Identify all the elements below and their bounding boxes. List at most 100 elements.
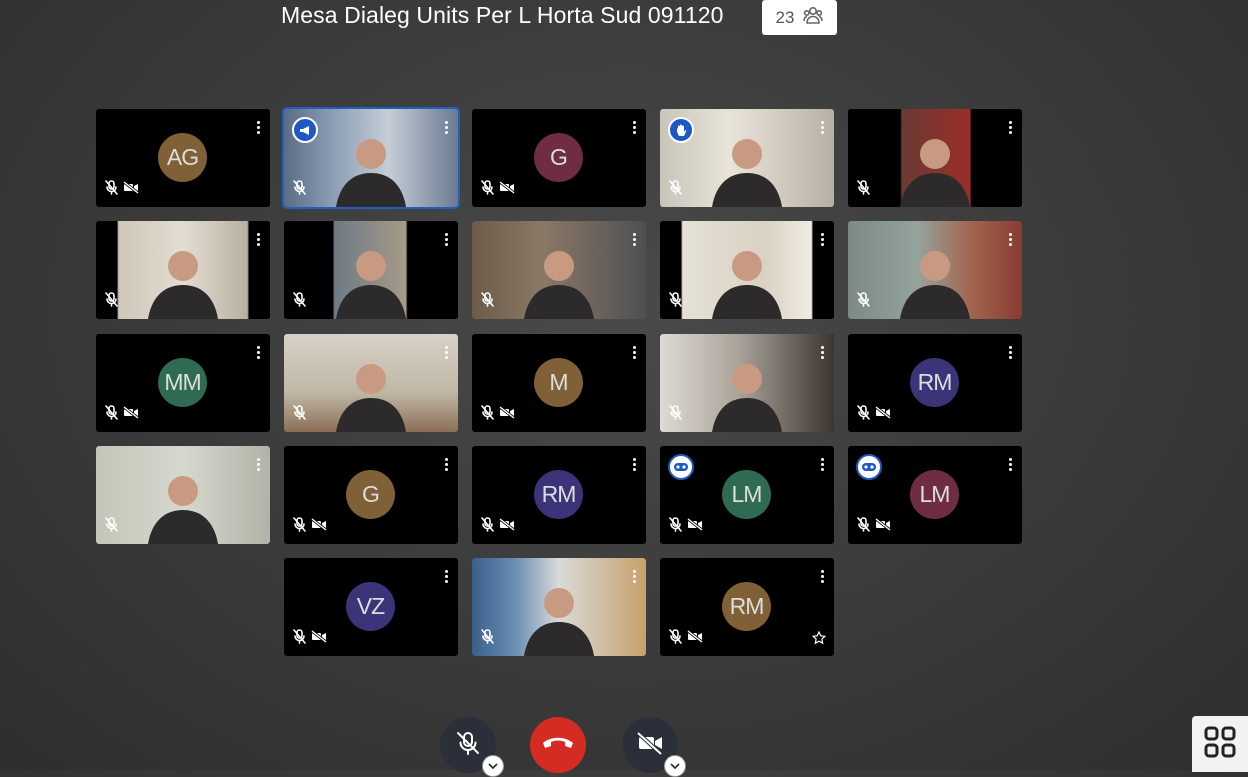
participant-tile[interactable]: RM xyxy=(848,334,1022,432)
kebab-menu-icon[interactable] xyxy=(633,570,636,583)
mic-off-icon xyxy=(455,730,481,761)
participant-video xyxy=(284,221,458,319)
participant-status xyxy=(481,180,515,200)
participant-tile[interactable] xyxy=(472,221,646,319)
participant-tile[interactable]: M xyxy=(472,334,646,432)
audio-options-button[interactable] xyxy=(482,755,504,777)
participant-status xyxy=(857,405,891,425)
participant-status xyxy=(105,517,118,537)
kebab-menu-icon[interactable] xyxy=(821,121,824,134)
mic-off-icon xyxy=(857,292,870,312)
participant-status xyxy=(481,292,494,312)
meeting-title: Mesa Dialeg Units Per L Horta Sud 091120 xyxy=(281,2,724,28)
participant-tile[interactable]: VZ xyxy=(284,558,458,656)
participant-tile[interactable] xyxy=(848,221,1022,319)
participant-avatar: M xyxy=(534,358,583,407)
tile-view-button[interactable] xyxy=(1192,716,1248,772)
moderator-icon xyxy=(668,454,694,480)
people-group-icon xyxy=(803,6,824,29)
participant-tile[interactable]: G xyxy=(472,109,646,207)
participant-tile[interactable]: RM xyxy=(472,446,646,544)
participant-status xyxy=(105,405,139,425)
participant-tile[interactable]: AG xyxy=(96,109,270,207)
mic-off-icon xyxy=(669,629,682,649)
camera-off-icon xyxy=(123,180,139,199)
mic-off-icon xyxy=(105,405,118,425)
participant-tile[interactable] xyxy=(284,334,458,432)
camera-off-icon xyxy=(499,405,515,424)
participant-avatar: VZ xyxy=(346,582,395,631)
star-outline-icon xyxy=(811,630,827,650)
participant-avatar: RM xyxy=(910,358,959,407)
kebab-menu-icon[interactable] xyxy=(633,233,636,246)
participant-count-button[interactable]: 23 xyxy=(762,0,837,35)
participant-tile[interactable]: RM xyxy=(660,558,834,656)
camera-toggle-button[interactable] xyxy=(622,717,686,777)
kebab-menu-icon[interactable] xyxy=(633,121,636,134)
hangup-button[interactable] xyxy=(530,717,586,773)
kebab-menu-icon[interactable] xyxy=(1009,346,1012,359)
participant-avatar: LM xyxy=(910,470,959,519)
participant-video xyxy=(848,109,1022,207)
participant-tile[interactable] xyxy=(660,221,834,319)
video-options-button[interactable] xyxy=(664,755,686,777)
kebab-menu-icon[interactable] xyxy=(633,458,636,471)
kebab-menu-icon[interactable] xyxy=(445,233,448,246)
kebab-menu-icon[interactable] xyxy=(821,233,824,246)
kebab-menu-icon[interactable] xyxy=(257,458,260,471)
kebab-menu-icon[interactable] xyxy=(821,458,824,471)
kebab-menu-icon[interactable] xyxy=(633,346,636,359)
participant-status xyxy=(669,180,682,200)
participant-tile[interactable] xyxy=(96,221,270,319)
participant-tile[interactable]: G xyxy=(284,446,458,544)
kebab-menu-icon[interactable] xyxy=(821,346,824,359)
participant-tile[interactable]: LM xyxy=(848,446,1022,544)
camera-off-icon xyxy=(687,629,703,648)
participant-status xyxy=(669,292,682,312)
participant-status xyxy=(293,180,306,200)
kebab-menu-icon[interactable] xyxy=(257,233,260,246)
camera-off-icon xyxy=(123,405,139,424)
participant-count: 23 xyxy=(775,7,795,27)
camera-off-icon xyxy=(311,517,327,536)
participant-status xyxy=(293,629,327,649)
kebab-menu-icon[interactable] xyxy=(257,121,260,134)
participant-video xyxy=(284,334,458,432)
participant-status xyxy=(669,405,682,425)
kebab-menu-icon[interactable] xyxy=(445,570,448,583)
camera-off-icon xyxy=(311,629,327,648)
kebab-menu-icon[interactable] xyxy=(1009,233,1012,246)
participant-tile[interactable] xyxy=(282,107,460,209)
participant-status xyxy=(293,405,306,425)
participant-avatar: RM xyxy=(722,582,771,631)
presenter-icon xyxy=(292,117,318,143)
mic-off-icon xyxy=(481,180,494,200)
participant-status xyxy=(669,517,703,537)
kebab-menu-icon[interactable] xyxy=(445,346,448,359)
participant-tile[interactable] xyxy=(660,109,834,207)
participant-avatar: G xyxy=(534,133,583,182)
participant-tile[interactable] xyxy=(96,446,270,544)
participant-tile[interactable]: MM xyxy=(96,334,270,432)
camera-off-icon xyxy=(687,517,703,536)
camera-off-icon xyxy=(875,517,891,536)
participant-status xyxy=(481,629,494,649)
mute-button[interactable] xyxy=(440,717,504,777)
kebab-menu-icon[interactable] xyxy=(445,121,448,134)
participant-video xyxy=(96,446,270,544)
participant-status xyxy=(857,517,891,537)
kebab-menu-icon[interactable] xyxy=(1009,121,1012,134)
participant-tile[interactable] xyxy=(472,558,646,656)
participant-status xyxy=(669,629,703,649)
participant-avatar: AG xyxy=(158,133,207,182)
kebab-menu-icon[interactable] xyxy=(445,458,448,471)
mic-off-icon xyxy=(669,180,682,200)
kebab-menu-icon[interactable] xyxy=(1009,458,1012,471)
participant-tile[interactable]: LM xyxy=(660,446,834,544)
kebab-menu-icon[interactable] xyxy=(821,570,824,583)
participant-tile[interactable] xyxy=(284,221,458,319)
participant-tile[interactable] xyxy=(660,334,834,432)
mic-off-icon xyxy=(481,292,494,312)
kebab-menu-icon[interactable] xyxy=(257,346,260,359)
participant-tile[interactable] xyxy=(848,109,1022,207)
